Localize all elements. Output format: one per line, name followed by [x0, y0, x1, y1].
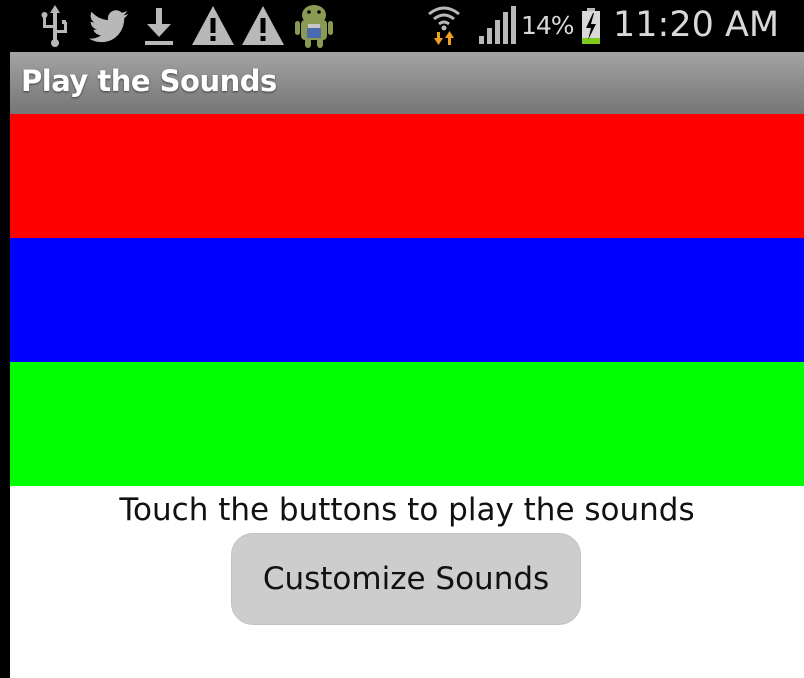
wifi-icon [424, 0, 464, 52]
signal-icon [476, 0, 518, 52]
action-bar: Play the Sounds [10, 52, 804, 114]
battery-percent: 14% [521, 11, 575, 40]
page-title: Play the Sounds [21, 64, 277, 98]
usb-icon [38, 0, 72, 52]
warning-icon [190, 0, 236, 52]
twitter-icon [86, 0, 132, 52]
green-sound-button[interactable] [10, 362, 804, 486]
red-sound-button[interactable] [10, 114, 804, 238]
status-bar: 14% 11:20 AM [0, 0, 804, 52]
blue-sound-button[interactable] [10, 238, 804, 362]
warning-icon [240, 0, 286, 52]
instruction-text: Touch the buttons to play the sounds [119, 492, 695, 528]
customize-sounds-button[interactable]: Customize Sounds [231, 533, 581, 625]
download-icon [142, 0, 176, 52]
main-content: Touch the buttons to play the sounds Cus… [10, 114, 804, 678]
android-icon [291, 0, 337, 52]
clock: 11:20 AM [613, 5, 780, 45]
battery-charging-icon [579, 0, 603, 52]
